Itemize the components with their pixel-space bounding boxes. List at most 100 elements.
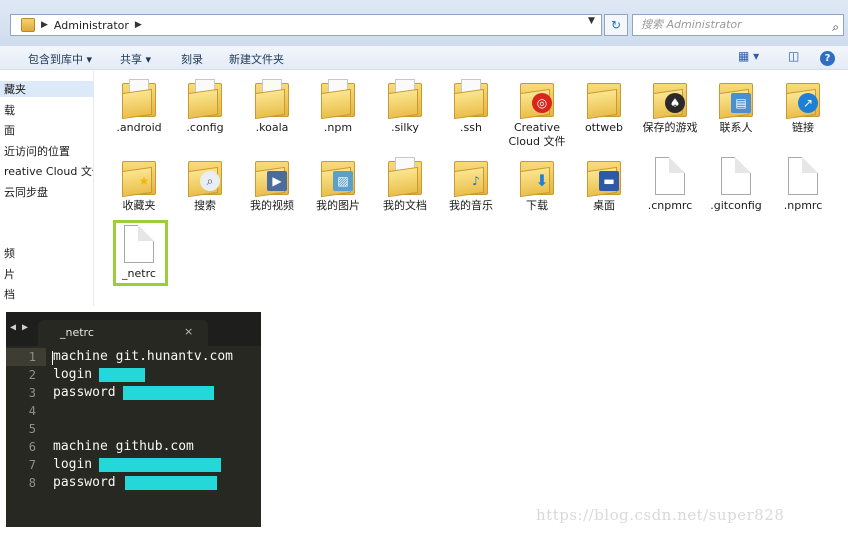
nav-item-pictures[interactable]: 片 bbox=[4, 266, 15, 282]
line-number: 6 bbox=[28, 440, 36, 454]
folder-icon bbox=[21, 18, 35, 32]
list-item[interactable]: ◎ Creative Cloud 文件 bbox=[504, 79, 570, 149]
list-item[interactable]: .android bbox=[106, 79, 172, 135]
item-label: 保存的游戏 bbox=[642, 121, 698, 134]
include-in-library-button[interactable]: 包含到库中 ▾ bbox=[28, 51, 92, 67]
search-placeholder: 搜索 Administrator bbox=[641, 18, 742, 31]
code-line: 8 password bbox=[6, 474, 261, 492]
nav-item-recent-places[interactable]: 近访问的位置 bbox=[4, 143, 70, 159]
list-item[interactable]: .gitconfig bbox=[703, 157, 769, 213]
navigation-pane: 藏夹 载 面 近访问的位置 reative Cloud 文件 云同步盘 频 片 … bbox=[0, 71, 94, 306]
list-item[interactable]: .koala bbox=[239, 79, 305, 135]
list-item[interactable]: .silky bbox=[372, 79, 438, 135]
nav-item-downloads[interactable]: 载 bbox=[4, 102, 15, 118]
chevron-right-icon[interactable]: ▶ bbox=[41, 20, 48, 30]
burn-button[interactable]: 刻录 bbox=[181, 51, 203, 67]
address-dropdown-icon[interactable]: ▼ bbox=[588, 16, 595, 26]
pictures-folder-icon: ▨ bbox=[319, 157, 357, 198]
item-label: .gitconfig bbox=[710, 199, 762, 212]
item-label: .koala bbox=[255, 121, 289, 134]
list-item[interactable]: 我的文档 bbox=[372, 157, 438, 213]
refresh-button[interactable]: ↻ bbox=[604, 14, 628, 36]
nav-item-videos[interactable]: 频 bbox=[4, 245, 15, 261]
tab-bar: ◀ ▶ _netrc × bbox=[6, 312, 261, 346]
item-label: 链接 bbox=[792, 121, 814, 134]
list-item[interactable]: ↗ 链接 bbox=[770, 79, 836, 135]
nav-item-cloud-sync[interactable]: 云同步盘 bbox=[4, 184, 48, 200]
tab-nav-arrows-icon[interactable]: ◀ ▶ bbox=[10, 322, 28, 333]
search-icon[interactable]: ⌕ bbox=[832, 17, 839, 37]
file-explorer-window: ▶ Administrator ▶ ▼ ↻ 搜索 Administrator ⌕… bbox=[0, 0, 848, 306]
list-item[interactable]: ▬ 桌面 bbox=[571, 157, 637, 213]
item-label: 搜索 bbox=[194, 199, 216, 212]
new-folder-button[interactable]: 新建文件夹 bbox=[229, 51, 284, 67]
close-icon[interactable]: × bbox=[184, 325, 193, 338]
nav-item-desktop[interactable]: 面 bbox=[4, 122, 15, 138]
search-input[interactable]: 搜索 Administrator ⌕ bbox=[632, 14, 844, 36]
favorites-folder-icon: ★ bbox=[120, 157, 158, 198]
redaction-block bbox=[123, 386, 214, 400]
nav-item-favorites[interactable]: 藏夹 bbox=[0, 81, 93, 97]
list-item[interactable]: .config bbox=[172, 79, 238, 135]
code-text: password bbox=[53, 475, 116, 490]
list-item[interactable]: ♠ 保存的游戏 bbox=[637, 79, 703, 135]
file-icon bbox=[655, 157, 685, 195]
list-item[interactable]: .cnpmrc bbox=[637, 157, 703, 213]
list-item[interactable]: _netrc bbox=[106, 225, 172, 281]
nav-item-creative-cloud[interactable]: reative Cloud 文件 bbox=[4, 163, 93, 179]
list-item[interactable]: ▨ 我的图片 bbox=[305, 157, 371, 213]
list-item[interactable]: ⬇ 下载 bbox=[504, 157, 570, 213]
line-number: 4 bbox=[28, 404, 36, 418]
creative-cloud-folder-icon: ◎ bbox=[518, 79, 556, 120]
share-button[interactable]: 共享 ▾ bbox=[120, 51, 151, 67]
list-item[interactable]: .ssh bbox=[438, 79, 504, 135]
saved-games-folder-icon: ♠ bbox=[651, 79, 689, 120]
folder-icon bbox=[120, 79, 158, 120]
code-area[interactable]: 1 machine git.hunantv.com 2 login 3 pass… bbox=[6, 346, 261, 527]
nav-item-documents[interactable]: 档 bbox=[4, 286, 15, 302]
list-item[interactable]: .npm bbox=[305, 79, 371, 135]
chevron-right-icon[interactable]: ▶ bbox=[135, 20, 142, 30]
downloads-folder-icon: ⬇ bbox=[518, 157, 556, 198]
address-bar: ▶ Administrator ▶ ▼ ↻ 搜索 Administrator ⌕ bbox=[0, 0, 848, 46]
folder-icon bbox=[186, 79, 224, 120]
code-line: 5 bbox=[6, 420, 261, 438]
folder-icon bbox=[253, 79, 291, 120]
item-label: 我的文档 bbox=[383, 199, 427, 212]
line-number: 8 bbox=[28, 476, 36, 490]
item-label: .android bbox=[116, 121, 162, 134]
tab-label: _netrc bbox=[60, 326, 94, 339]
address-box[interactable]: ▶ Administrator ▶ bbox=[10, 14, 602, 36]
list-item[interactable]: ⌕ 搜索 bbox=[172, 157, 238, 213]
item-label: .config bbox=[186, 121, 224, 134]
code-line: 6 machine github.com bbox=[6, 438, 261, 456]
code-line: 3 password bbox=[6, 384, 261, 402]
list-item[interactable]: ★ 收藏夹 bbox=[106, 157, 172, 213]
command-bar: 包含到库中 ▾ 共享 ▾ 刻录 新建文件夹 ▦ ▾ ◫ ? bbox=[0, 46, 848, 70]
code-text: password bbox=[53, 385, 116, 400]
folder-icon bbox=[452, 79, 490, 120]
list-item[interactable]: .npmrc bbox=[770, 157, 836, 213]
links-folder-icon: ↗ bbox=[784, 79, 822, 120]
preview-pane-icon[interactable]: ◫ bbox=[788, 49, 799, 63]
item-label: .ssh bbox=[460, 121, 482, 134]
list-item[interactable]: ♪ 我的音乐 bbox=[438, 157, 504, 213]
item-label: .cnpmrc bbox=[647, 199, 693, 212]
code-editor: ◀ ▶ _netrc × 1 machine git.hunantv.com 2… bbox=[6, 312, 261, 527]
breadcrumb-administrator[interactable]: Administrator bbox=[54, 19, 129, 32]
list-item[interactable]: ▤ 联系人 bbox=[703, 79, 769, 135]
view-options-icon[interactable]: ▦ ▾ bbox=[738, 49, 759, 63]
item-label: .silky bbox=[391, 121, 419, 134]
item-label: Creative Cloud 文件 bbox=[508, 121, 566, 148]
file-list: .android .config .koala .npm .silky .ssh… bbox=[95, 71, 848, 306]
line-number: 3 bbox=[28, 386, 36, 400]
code-line: 2 login bbox=[6, 366, 261, 384]
help-button[interactable]: ? bbox=[820, 50, 835, 66]
list-item[interactable]: ▶ 我的视频 bbox=[239, 157, 305, 213]
tab-netrc[interactable]: _netrc × bbox=[38, 320, 208, 346]
item-label: 我的图片 bbox=[316, 199, 360, 212]
item-label: _netrc bbox=[122, 267, 156, 280]
desktop-folder-icon: ▬ bbox=[585, 157, 623, 198]
list-item[interactable]: ottweb bbox=[571, 79, 637, 135]
code-text: login bbox=[53, 367, 93, 382]
